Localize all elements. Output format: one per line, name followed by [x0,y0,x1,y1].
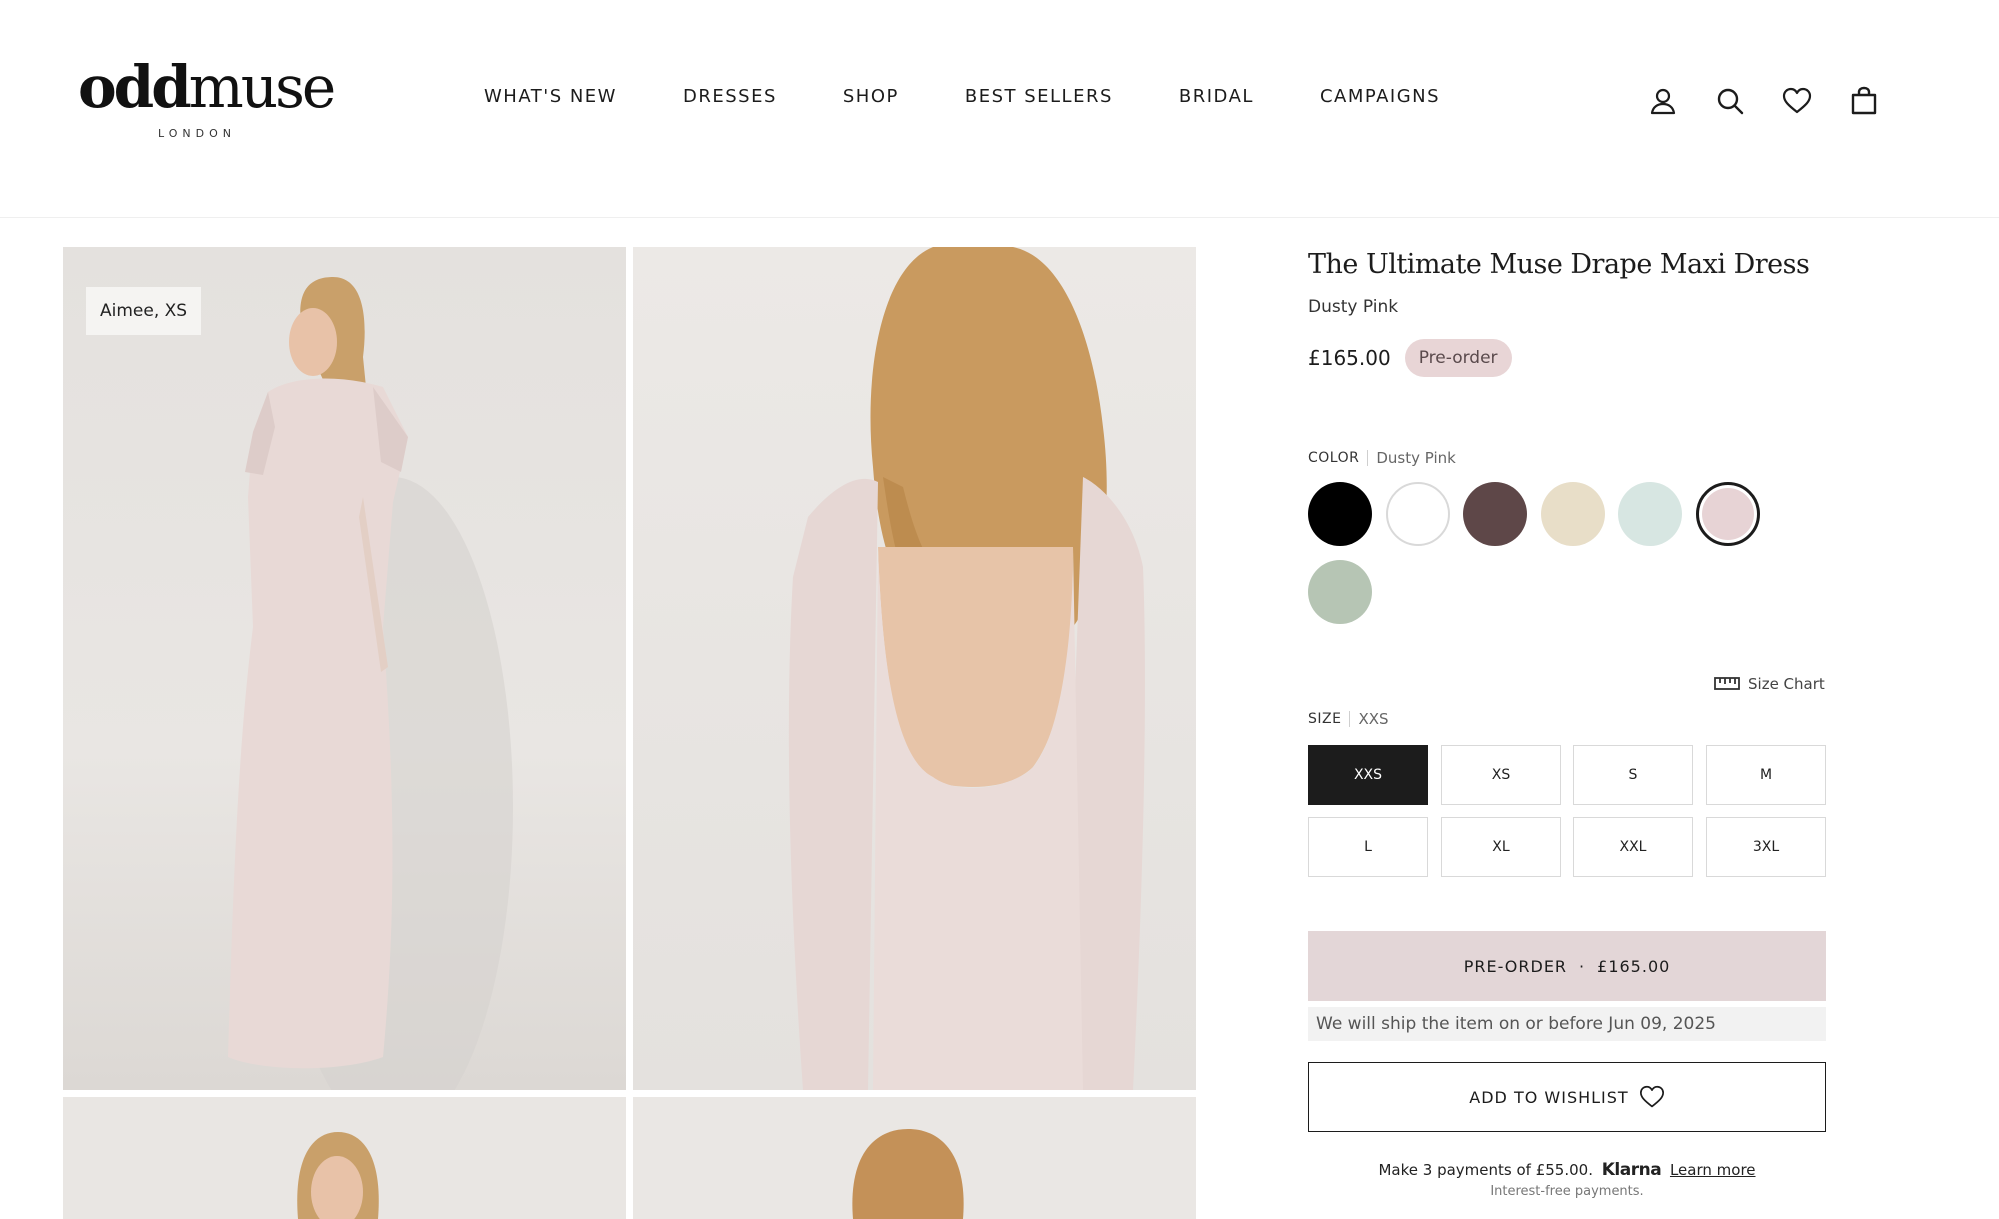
color-swatch-mint[interactable] [1618,482,1682,546]
color-swatch-sage[interactable] [1308,560,1372,624]
klarna-subtext: Interest-free payments. [1490,1184,1644,1199]
color-label: COLOR [1308,450,1360,466]
size-option-xxs[interactable]: XXS [1308,745,1428,805]
nav-item-shop[interactable]: SHOP [843,86,899,107]
product-gallery: Aimee, XS [63,247,1196,1219]
nav-item-whats-new[interactable]: WHAT'S NEW [484,86,617,107]
size-label: SIZE [1308,711,1342,727]
preorder-button[interactable]: PRE-ORDER · £165.00 [1308,931,1826,1001]
size-label-row: SIZE XXS [1308,710,1389,728]
model-size-tag: Aimee, XS [86,287,202,335]
size-option-xs[interactable]: XS [1441,745,1561,805]
wishlist-button-label: ADD TO WISHLIST [1469,1087,1629,1107]
klarna-text: Make 3 payments of £55.00. [1378,1161,1593,1179]
ship-date-note: We will ship the item on or before Jun 0… [1308,1007,1826,1041]
size-option-xxl[interactable]: XXL [1573,817,1693,877]
brand-subtitle: LONDON [158,127,236,140]
color-swatch-brown[interactable] [1463,482,1527,546]
product-title: The Ultimate Muse Drape Maxi Dress [1308,249,1810,280]
preorder-button-price: £165.00 [1597,956,1671,976]
brand-logo[interactable]: oddmuse LONDON [78,53,336,145]
product-color-name: Dusty Pink [1308,297,1399,317]
size-option-m[interactable]: M [1706,745,1826,805]
product-info: The Ultimate Muse Drape Maxi Dress Dusty… [1308,247,1826,1199]
header-icons [1648,84,1879,118]
heart-icon[interactable] [1782,84,1812,118]
divider [1367,450,1369,466]
color-selected-value: Dusty Pink [1376,449,1456,467]
nav-item-dresses[interactable]: DRESSES [683,86,777,107]
product-photo-back[interactable] [633,247,1196,1090]
search-icon[interactable] [1715,84,1745,118]
account-icon[interactable] [1648,84,1678,118]
preorder-button-label: PRE-ORDER [1463,956,1568,976]
site-header: oddmuse LONDON WHAT'S NEW DRESSES SHOP B… [0,0,1999,218]
product-photo-4[interactable] [633,1097,1196,1219]
klarna-message: Make 3 payments of £55.00. Klarna Learn … [1308,1160,1826,1180]
product-price: £165.00 [1308,346,1391,370]
size-selected-value: XXS [1358,710,1389,728]
color-swatch-black[interactable] [1308,482,1372,546]
size-option-3xl[interactable]: 3XL [1706,817,1826,877]
nav-item-bridal[interactable]: BRIDAL [1179,86,1254,107]
size-option-xl[interactable]: XL [1441,817,1561,877]
color-swatch-white[interactable] [1386,482,1450,546]
main-nav: WHAT'S NEW DRESSES SHOP BEST SELLERS BRI… [484,86,1440,107]
color-swatch-cream[interactable] [1541,482,1605,546]
heart-icon [1639,1085,1664,1108]
bag-icon[interactable] [1849,84,1879,118]
klarna-logo: Klarna [1601,1160,1662,1180]
price-row: £165.00 Pre-order [1308,339,1826,377]
divider [1349,711,1351,727]
size-chart-link[interactable]: Size Chart [1714,675,1825,693]
preorder-badge: Pre-order [1404,339,1512,377]
size-option-l[interactable]: L [1308,817,1428,877]
product-photo-front[interactable]: Aimee, XS [63,247,626,1090]
nav-item-best-sellers[interactable]: BEST SELLERS [965,86,1113,107]
product-photo-3[interactable] [63,1097,626,1219]
nav-item-campaigns[interactable]: CAMPAIGNS [1320,86,1440,107]
ruler-icon [1714,677,1740,690]
size-chart-label: Size Chart [1748,675,1825,693]
add-to-wishlist-button[interactable]: ADD TO WISHLIST [1308,1062,1826,1132]
separator-dot: · [1579,956,1586,976]
color-swatch-dusty-pink[interactable] [1696,482,1760,546]
klarna-learn-more-link[interactable]: Learn more [1670,1161,1756,1179]
color-label-row: COLOR Dusty Pink [1308,449,1456,467]
size-option-s[interactable]: S [1573,745,1693,805]
brand-wordmark: oddmuse [78,53,336,121]
